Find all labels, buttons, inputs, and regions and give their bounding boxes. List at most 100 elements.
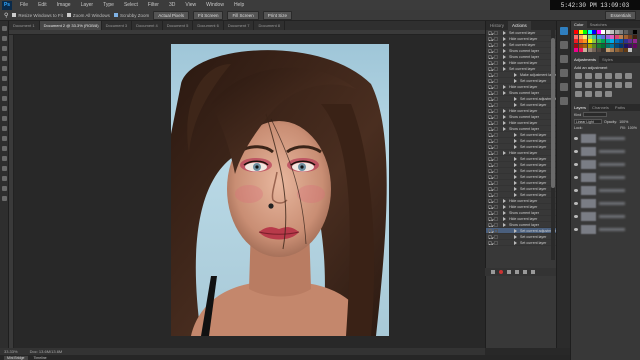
tool-icon[interactable] (1, 76, 7, 81)
play-icon[interactable] (507, 270, 511, 274)
action-checkbox[interactable] (488, 162, 492, 167)
layer-row[interactable] (574, 185, 637, 196)
action-checkbox[interactable] (488, 174, 492, 179)
action-checkbox[interactable] (488, 72, 492, 77)
menu-item-select[interactable]: Select (119, 2, 143, 8)
swatch[interactable] (614, 48, 619, 52)
layer-row[interactable] (574, 159, 637, 170)
dialog-toggle[interactable] (494, 192, 498, 197)
swatch[interactable] (619, 39, 623, 43)
record-icon[interactable] (499, 270, 503, 274)
expand-arrow-icon[interactable] (514, 156, 517, 161)
swatch[interactable] (628, 43, 632, 48)
action-checkbox[interactable] (488, 192, 492, 197)
swatch[interactable] (605, 39, 610, 43)
expand-arrow-icon[interactable] (503, 126, 506, 131)
menu-item-file[interactable]: File (15, 2, 33, 8)
menu-item-filter[interactable]: Filter (143, 2, 164, 8)
swatch[interactable] (583, 30, 587, 34)
info-icon[interactable] (559, 97, 568, 105)
expand-arrow-icon[interactable] (514, 228, 517, 233)
expand-arrow-icon[interactable] (514, 180, 517, 185)
action-checkbox[interactable] (488, 204, 492, 209)
swatch[interactable] (574, 39, 578, 43)
hue-sat-icon[interactable] (625, 73, 632, 79)
action-checkbox[interactable] (488, 126, 492, 131)
dialog-toggle[interactable] (494, 228, 498, 233)
selective-color-icon[interactable] (605, 91, 612, 97)
dialog-toggle[interactable] (494, 54, 498, 59)
scrollbar-thumb[interactable] (551, 38, 555, 188)
tool-icon[interactable] (1, 156, 7, 161)
swatch[interactable] (632, 43, 637, 48)
expand-arrow-icon[interactable] (503, 216, 506, 221)
tool-icon[interactable] (1, 86, 7, 91)
swatch[interactable] (614, 43, 619, 48)
zoom-all-option[interactable]: Zoom All Windows (66, 13, 110, 18)
swatch[interactable] (628, 34, 632, 39)
document-tab[interactable]: Document 5 (163, 21, 194, 30)
eye-icon[interactable] (574, 150, 578, 153)
tool-icon[interactable] (1, 96, 7, 101)
expand-arrow-icon[interactable] (503, 120, 506, 125)
swatch[interactable] (583, 34, 587, 39)
brush-preset-icon[interactable] (559, 55, 568, 63)
dialog-toggle[interactable] (494, 114, 498, 119)
expand-arrow-icon[interactable] (514, 78, 517, 83)
bottom-tab-mini-bridge[interactable]: Mini Bridge (4, 355, 28, 360)
expand-arrow-icon[interactable] (514, 234, 517, 239)
color-lookup-icon[interactable] (615, 82, 622, 88)
expand-arrow-icon[interactable] (514, 186, 517, 191)
color-balance-icon[interactable] (575, 82, 582, 88)
tab-swatches[interactable]: Swatches (587, 21, 610, 28)
action-checkbox[interactable] (488, 78, 492, 83)
swatch[interactable] (614, 39, 619, 43)
dialog-toggle[interactable] (494, 216, 498, 221)
dialog-toggle[interactable] (494, 198, 498, 203)
swatch[interactable] (578, 43, 583, 48)
actual-pixels-button[interactable]: Actual Pixels (153, 10, 189, 20)
swatch[interactable] (623, 39, 628, 43)
tab-layers[interactable]: Layers (571, 104, 590, 111)
swatch[interactable] (610, 48, 614, 52)
tool-icon[interactable] (1, 26, 7, 31)
expand-arrow-icon[interactable] (514, 168, 517, 173)
layer-row[interactable] (574, 172, 637, 183)
black-white-icon[interactable] (585, 82, 592, 88)
action-checkbox[interactable] (488, 108, 492, 113)
dialog-toggle[interactable] (494, 126, 498, 131)
expand-arrow-icon[interactable] (514, 138, 517, 143)
scrubby-zoom-option[interactable]: Scrubby Zoom (113, 13, 149, 18)
tool-icon[interactable] (1, 186, 7, 191)
history-icon[interactable] (559, 41, 568, 49)
dialog-toggle[interactable] (494, 108, 498, 113)
dialog-toggle[interactable] (494, 72, 498, 77)
posterize-icon[interactable] (575, 91, 582, 97)
layer-row[interactable] (574, 146, 637, 157)
swatch[interactable] (592, 48, 596, 52)
tool-icon[interactable] (1, 196, 7, 201)
swatch[interactable] (601, 43, 605, 48)
tool-icon[interactable] (1, 46, 7, 51)
swatch[interactable] (578, 34, 583, 39)
tool-icon[interactable] (1, 176, 7, 181)
tab-color[interactable]: Color (571, 21, 587, 28)
dialog-toggle[interactable] (494, 240, 498, 245)
swatch[interactable] (610, 30, 614, 34)
swatch[interactable] (628, 39, 632, 43)
action-checkbox[interactable] (488, 210, 492, 215)
tool-icon[interactable] (1, 36, 7, 41)
trash-icon[interactable] (531, 270, 535, 274)
color-panel-icon[interactable] (559, 27, 568, 35)
expand-arrow-icon[interactable] (514, 102, 517, 107)
dialog-toggle[interactable] (494, 204, 498, 209)
menu-item-help[interactable]: Help (229, 2, 249, 8)
action-checkbox[interactable] (488, 120, 492, 125)
action-checkbox[interactable] (488, 90, 492, 95)
swatch[interactable] (601, 34, 605, 39)
action-row[interactable]: Set current layer (486, 240, 556, 246)
actions-scrollbar[interactable] (551, 30, 555, 260)
dialog-toggle[interactable] (494, 234, 498, 239)
swatch[interactable] (610, 39, 614, 43)
menu-item-type[interactable]: Type (98, 2, 119, 8)
